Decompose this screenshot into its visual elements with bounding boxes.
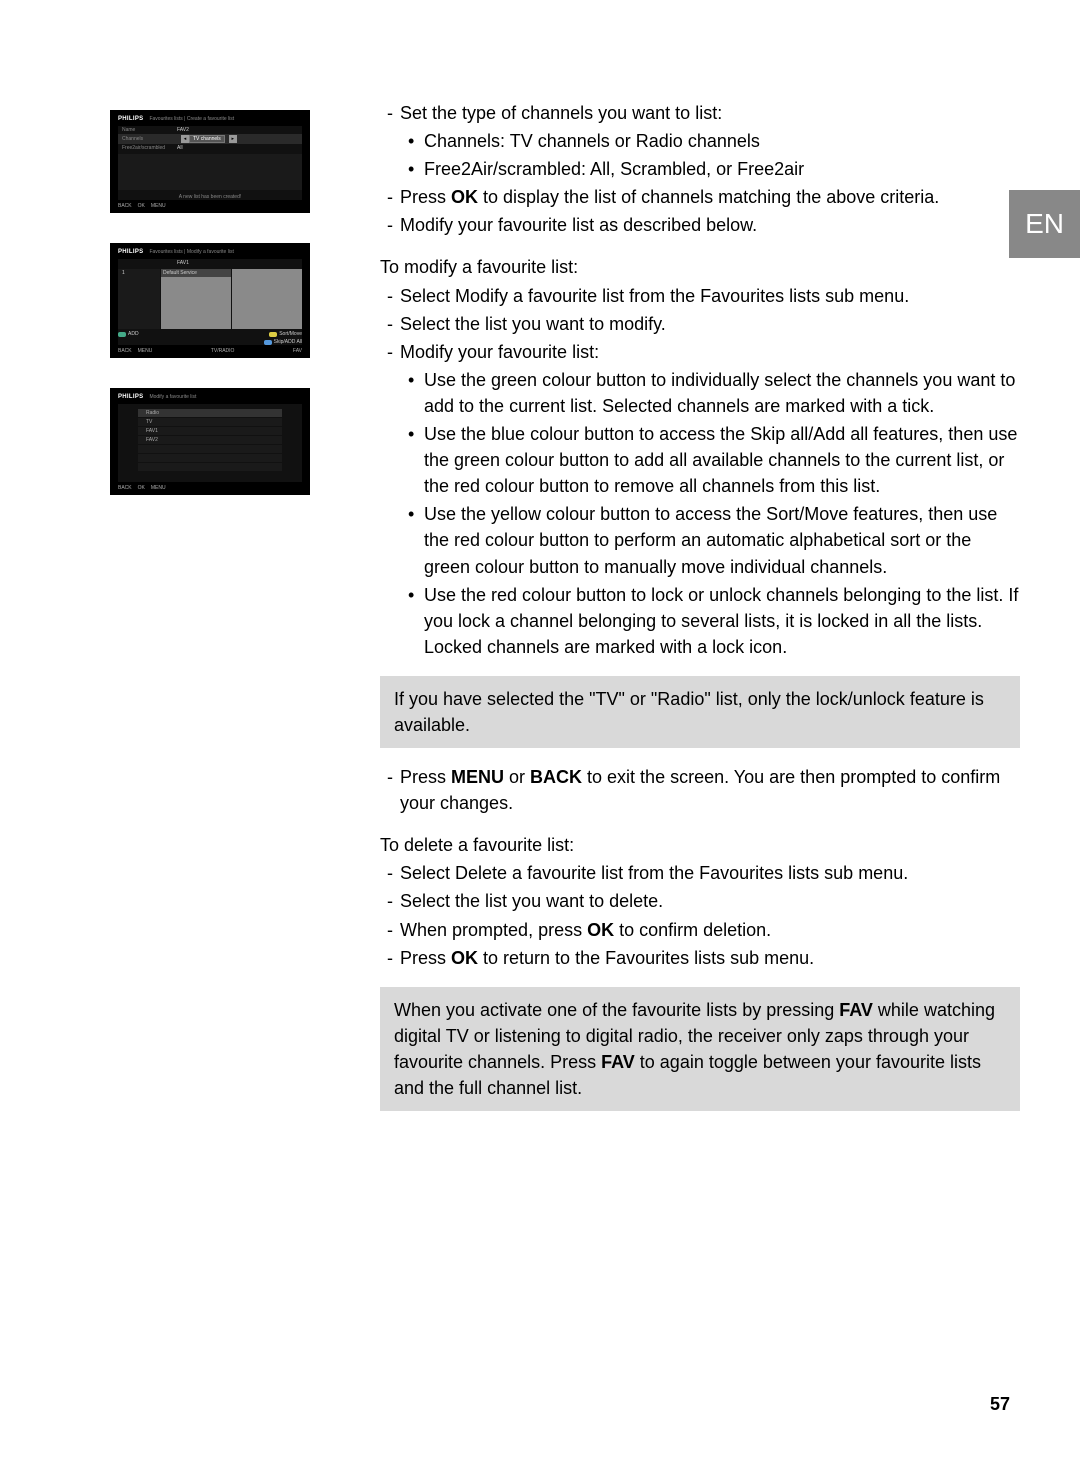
page-content: PHILIPS Favourites lists | Create a favo…	[60, 100, 1020, 1127]
legend-add: ADD	[128, 331, 139, 337]
breadcrumb: Favourites lists | Modify a favourite li…	[149, 249, 233, 255]
list-item	[138, 463, 282, 471]
list-item[interactable]: Radio	[138, 409, 282, 417]
screenshot-create-fav: PHILIPS Favourites lists | Create a favo…	[110, 110, 310, 213]
text: Press OK to return to the Favourites lis…	[400, 945, 1020, 971]
footer-fav: FAV	[293, 348, 302, 354]
heading: To delete a favourite list:	[380, 832, 1020, 858]
heading: To modify a favourite list:	[380, 254, 1020, 280]
breadcrumb: Modify a favourite list	[149, 394, 196, 400]
footer-ok: OK	[138, 485, 145, 491]
channel-row[interactable]: Default Service	[161, 269, 231, 277]
text: Press MENU or BACK to exit the screen. Y…	[400, 764, 1020, 816]
brand-logo: PHILIPS	[118, 249, 143, 255]
list-title: FAV1	[177, 260, 189, 266]
blue-chip-icon	[264, 340, 272, 345]
status-text: A new list has been created!	[118, 194, 302, 200]
footer-menu: MENU	[151, 203, 166, 209]
brand-logo: PHILIPS	[118, 116, 143, 122]
field-label: Free2air/scrambled	[122, 145, 177, 151]
green-chip-icon	[118, 332, 126, 337]
text: Select Delete a favourite list from the …	[400, 860, 1020, 886]
footer-menu: MENU	[151, 485, 166, 491]
screenshot-modify-fav-list: PHILIPS Modify a favourite list Radio TV…	[110, 388, 310, 495]
text: Use the green colour button to individua…	[424, 367, 1020, 419]
prev-arrow-icon[interactable]: ◂	[181, 135, 189, 143]
field-value: All	[177, 145, 183, 151]
info-box: When you activate one of the favourite l…	[380, 987, 1020, 1111]
next-arrow-icon[interactable]: ▸	[229, 135, 237, 143]
legend-sort: Sort/Move	[279, 331, 302, 337]
text: Use the blue colour button to access the…	[424, 421, 1020, 499]
text: Select the list you want to modify.	[400, 311, 1020, 337]
row-number: 1	[122, 270, 125, 276]
text: Free2Air/scrambled: All, Scrambled, or F…	[424, 156, 1020, 182]
screenshots-column: PHILIPS Favourites lists | Create a favo…	[60, 100, 360, 1127]
footer-menu: MENU	[138, 348, 153, 354]
legend-skip: Skip/ADD All	[274, 339, 302, 345]
list-item[interactable]: TV	[138, 418, 282, 426]
text: When prompted, press OK to confirm delet…	[400, 917, 1020, 943]
screenshot-modify-fav-detail: PHILIPS Favourites lists | Modify a favo…	[110, 243, 310, 358]
list-item[interactable]: FAV2	[138, 436, 282, 444]
text: Modify your favourite list:	[400, 339, 1020, 365]
language-tab: EN	[1009, 190, 1080, 258]
brand-logo: PHILIPS	[118, 394, 143, 400]
footer-back: BACK	[118, 485, 132, 491]
text: Use the yellow colour button to access t…	[424, 501, 1020, 579]
text: Select Modify a favourite list from the …	[400, 283, 1020, 309]
text: Select the list you want to delete.	[400, 888, 1020, 914]
list-item	[138, 454, 282, 462]
text: Use the red colour button to lock or unl…	[424, 582, 1020, 660]
footer-back: BACK	[118, 203, 132, 209]
dropdown-value[interactable]: TV channels	[189, 135, 225, 143]
footer-tvradio: TV/RADIO	[158, 348, 287, 354]
page-number: 57	[990, 1394, 1010, 1415]
info-box: If you have selected the "TV" or "Radio"…	[380, 676, 1020, 748]
list-item[interactable]: FAV1	[138, 427, 282, 435]
footer-back: BACK	[118, 348, 132, 354]
yellow-chip-icon	[269, 332, 277, 337]
list-item	[138, 445, 282, 453]
text: Press OK to display the list of channels…	[400, 184, 1020, 210]
text: Set the type of channels you want to lis…	[400, 100, 1020, 126]
footer-ok: OK	[138, 203, 145, 209]
field-value: FAV2	[177, 127, 189, 133]
instruction-text: Set the type of channels you want to lis…	[380, 100, 1020, 1127]
text: Channels: TV channels or Radio channels	[424, 128, 1020, 154]
text: Modify your favourite list as described …	[400, 212, 1020, 238]
breadcrumb: Favourites lists | Create a favourite li…	[149, 116, 234, 122]
field-label: Channels	[122, 136, 177, 142]
field-label: Name	[122, 127, 177, 133]
